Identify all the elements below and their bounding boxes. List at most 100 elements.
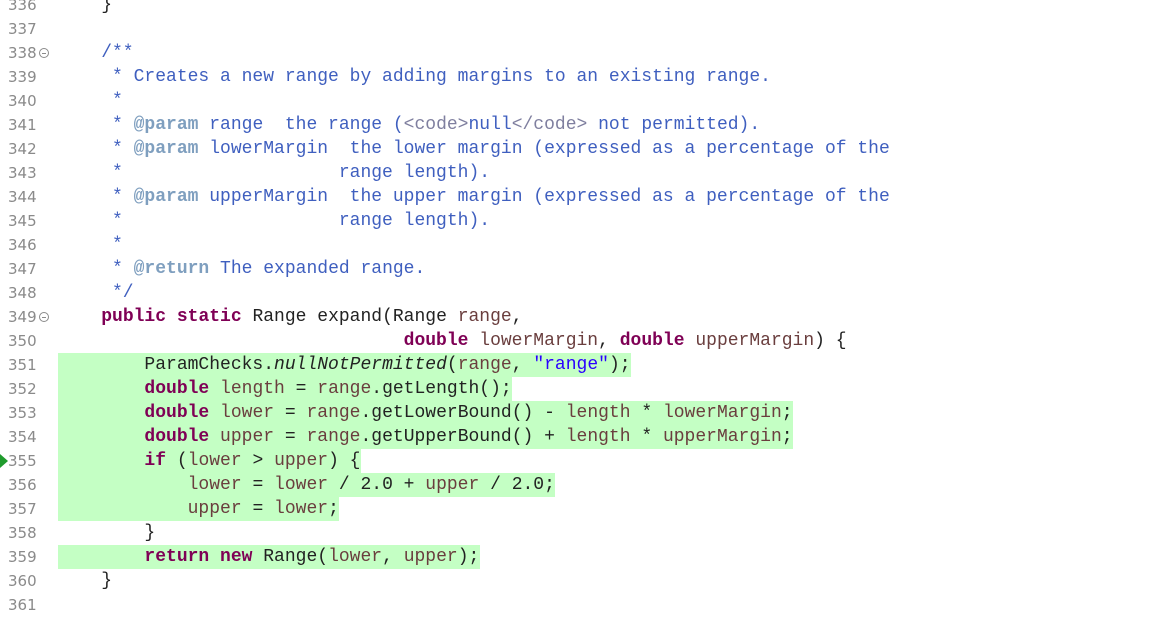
- collapse-fold-icon[interactable]: [39, 312, 49, 322]
- code-line[interactable]: 358 }: [0, 521, 1167, 545]
- code-token: ,: [511, 307, 523, 327]
- code-text: * @param upperMargin the upper margin (e…: [58, 185, 890, 209]
- code-token: *: [58, 115, 134, 135]
- code-text: }: [58, 569, 112, 593]
- code-token: * range length).: [58, 211, 491, 231]
- code-token: ,: [511, 355, 534, 375]
- code-text: if (lower > upper) {: [58, 449, 360, 473]
- code-token: range: [457, 355, 512, 375]
- code-line[interactable]: 349 public static Range expand(Range ran…: [0, 305, 1167, 329]
- code-token: *: [630, 427, 663, 447]
- code-line[interactable]: 353 double lower = range.getLowerBound()…: [0, 401, 1167, 425]
- code-line[interactable]: 356 lower = lower / 2.0 + upper / 2.0;: [0, 473, 1167, 497]
- code-line[interactable]: 347 * @return The expanded range.: [0, 257, 1167, 281]
- code-line[interactable]: 338 /**: [0, 41, 1167, 65]
- code-text: double length = range.getLength();: [58, 377, 511, 401]
- line-number: 348: [8, 284, 37, 302]
- code-line[interactable]: 348 */: [0, 281, 1167, 305]
- code-token: "range": [533, 355, 609, 375]
- code-token: double: [619, 331, 685, 351]
- code-line[interactable]: 350 double lowerMargin, double upperMarg…: [0, 329, 1167, 353]
- code-text: */: [58, 281, 134, 305]
- code-text: double lower = range.getLowerBound() - l…: [58, 401, 792, 425]
- code-line[interactable]: 337: [0, 17, 1167, 41]
- code-token: }: [58, 523, 156, 543]
- code-token: upperMargin the upper margin (expressed …: [198, 187, 890, 207]
- code-token: length: [565, 427, 631, 447]
- collapse-fold-icon[interactable]: [39, 48, 49, 58]
- line-number: 344: [8, 188, 37, 206]
- code-token: ) {: [328, 451, 361, 471]
- code-token: ;: [328, 499, 339, 519]
- code-editor[interactable]: 336 } 337 338 /** 339 * Creates a new range…: [0, 0, 1167, 615]
- code-token: new: [220, 547, 253, 567]
- code-token: Range(: [252, 547, 329, 567]
- code-token: if: [144, 451, 167, 471]
- line-number: 337: [8, 20, 37, 38]
- code-line[interactable]: 345 * range length).: [0, 209, 1167, 233]
- code-text: }: [58, 0, 112, 17]
- code-line[interactable]: 342 * @param lowerMargin the lower margi…: [0, 137, 1167, 161]
- code-line[interactable]: 361: [0, 593, 1167, 617]
- code-text: * @param lowerMargin the lower margin (e…: [58, 137, 890, 161]
- code-line[interactable]: 341 * @param range the range (<code>null…: [0, 113, 1167, 137]
- code-token: range: [457, 307, 512, 327]
- code-line[interactable]: 336 }: [0, 0, 1167, 17]
- code-text: ParamChecks.nullNotPermitted(range, "ran…: [58, 353, 630, 377]
- code-line[interactable]: 352 double length = range.getLength();: [0, 377, 1167, 401]
- line-number: 360: [8, 572, 37, 590]
- code-token: lower: [220, 403, 275, 423]
- code-token: @return: [133, 259, 210, 279]
- code-line[interactable]: 346 *: [0, 233, 1167, 257]
- code-line[interactable]: 354 double upper = range.getUpperBound()…: [0, 425, 1167, 449]
- code-token: * range length).: [58, 163, 491, 183]
- code-text: upper = lower;: [58, 497, 339, 521]
- line-number: 351: [8, 356, 37, 374]
- code-text: *: [58, 233, 123, 257]
- code-line[interactable]: 355 if (lower > upper) {: [0, 449, 1167, 473]
- code-token: ,: [598, 331, 620, 351]
- code-token: =: [284, 379, 318, 399]
- code-text: * Creates a new range by adding margins …: [58, 65, 771, 89]
- line-number: 349: [8, 308, 37, 326]
- code-token: range: [306, 403, 361, 423]
- code-token: length: [220, 379, 285, 399]
- code-token: (: [446, 355, 458, 375]
- code-line[interactable]: 357 upper = lower;: [0, 497, 1167, 521]
- code-line[interactable]: 359 return new Range(lower, upper);: [0, 545, 1167, 569]
- code-token: lowerMargin the lower margin (expressed …: [198, 139, 890, 159]
- code-line[interactable]: 360 }: [0, 569, 1167, 593]
- code-token: =: [274, 427, 307, 447]
- line-number: 357: [8, 500, 37, 518]
- line-number: 340: [8, 92, 37, 110]
- line-number: 356: [8, 476, 37, 494]
- code-line[interactable]: 351 ParamChecks.nullNotPermitted(range, …: [0, 353, 1167, 377]
- code-token: }: [58, 571, 113, 591]
- code-token: */: [58, 283, 134, 303]
- code-line[interactable]: 340 *: [0, 89, 1167, 113]
- code-token: not permitted).: [587, 115, 761, 135]
- debug-arrow-icon[interactable]: [0, 454, 8, 468]
- code-token: range the range (: [198, 115, 404, 135]
- line-number: 341: [8, 116, 37, 134]
- line-number: 350: [8, 332, 37, 350]
- code-token: upper: [187, 499, 242, 519]
- code-line[interactable]: 343 * range length).: [0, 161, 1167, 185]
- code-token: @param: [133, 139, 199, 159]
- code-text: * range length).: [58, 161, 490, 185]
- code-line[interactable]: 339 * Creates a new range by adding marg…: [0, 65, 1167, 89]
- code-token: upperMargin: [695, 331, 815, 351]
- code-token: lower: [328, 547, 383, 567]
- code-token: ;: [781, 427, 793, 447]
- code-line[interactable]: 344 * @param upperMargin the upper margi…: [0, 185, 1167, 209]
